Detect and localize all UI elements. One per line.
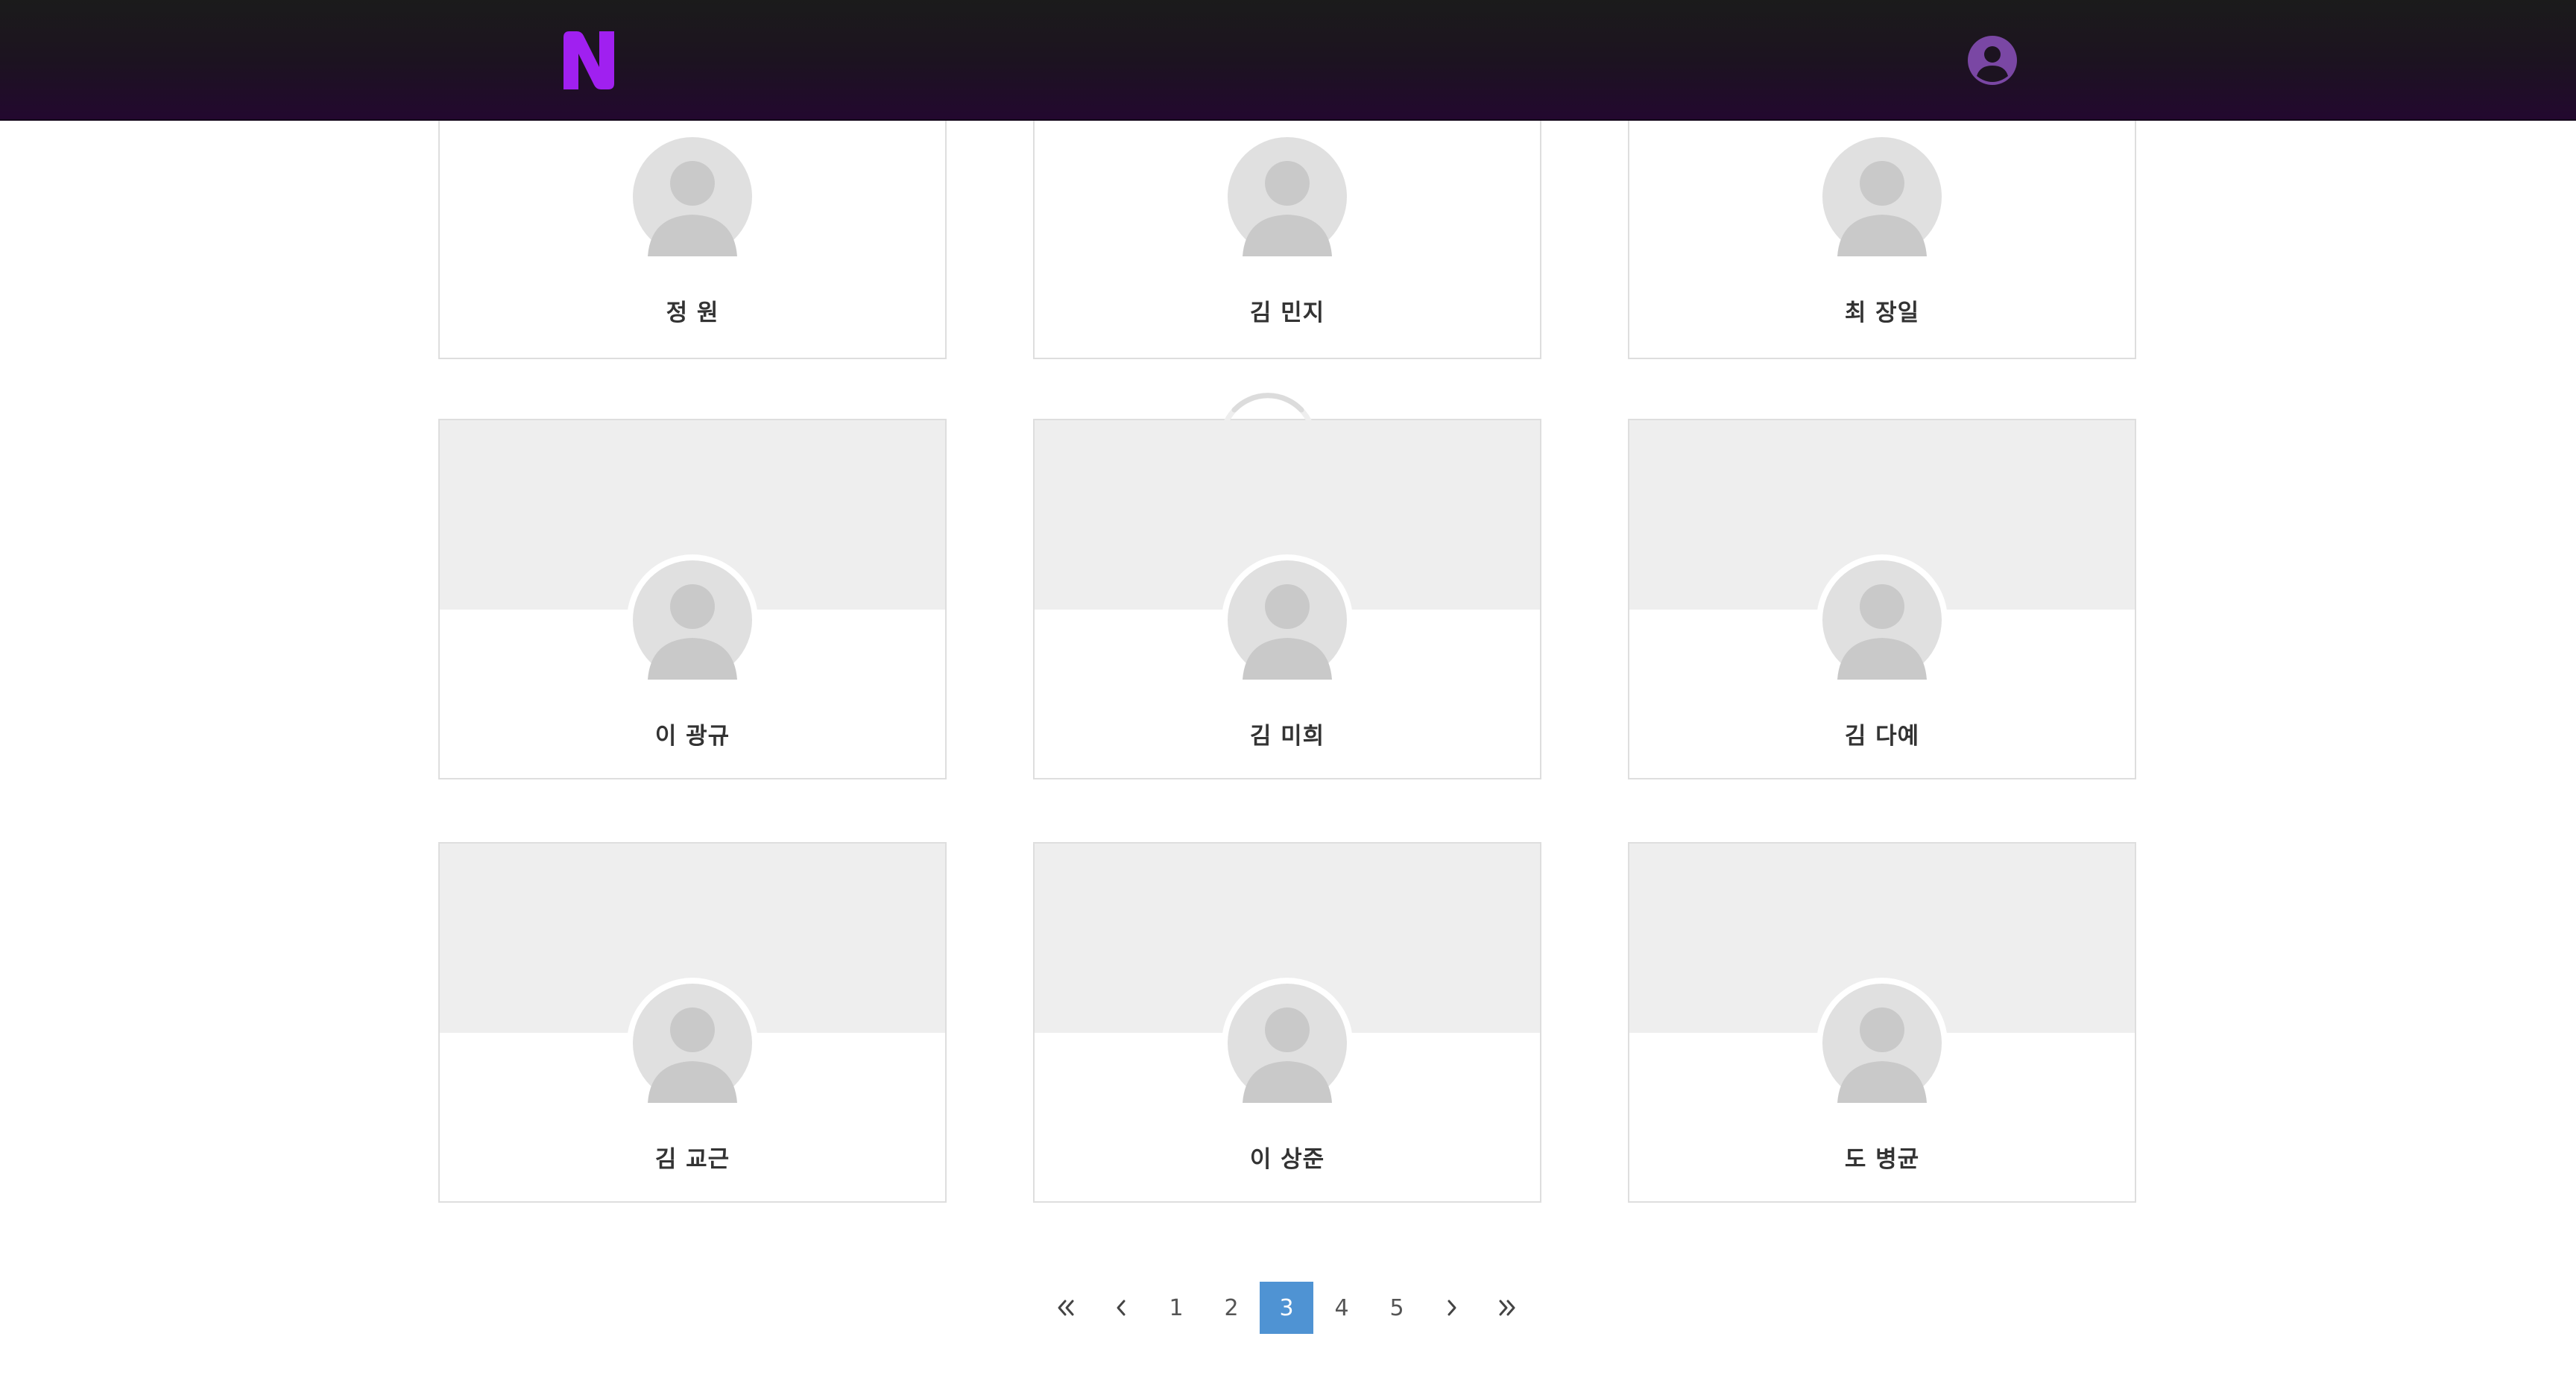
page-button-4[interactable]: 4 (1315, 1282, 1368, 1334)
chevron-right-icon (1448, 1300, 1456, 1316)
page-button-2[interactable]: 2 (1205, 1282, 1258, 1334)
avatar (1222, 978, 1353, 1109)
pagination: 1 2 3 4 5 (1039, 1282, 1535, 1334)
default-avatar-icon (1228, 137, 1347, 256)
loading-spinner-icon (1219, 393, 1317, 491)
page-button-1[interactable]: 1 (1149, 1282, 1203, 1334)
avatar (1222, 131, 1353, 262)
first-page-button[interactable] (1039, 1282, 1093, 1334)
member-name: 김 민지 (1249, 300, 1325, 326)
default-avatar-icon (633, 137, 752, 256)
chevron-left-icon (1117, 1300, 1126, 1316)
member-name: 최 장일 (1844, 300, 1920, 326)
default-avatar-icon (633, 560, 752, 680)
avatar (1816, 554, 1948, 686)
prev-page-button[interactable] (1094, 1282, 1148, 1334)
member-card[interactable]: 도 병균 (1628, 842, 2136, 1203)
member-name: 김 다예 (1844, 723, 1920, 750)
member-card[interactable]: 김 교근 (438, 842, 947, 1203)
avatar (627, 554, 758, 686)
member-card[interactable]: 이 광규 (438, 419, 947, 779)
user-profile-icon[interactable] (1966, 34, 2018, 86)
member-name: 도 병균 (1844, 1146, 1920, 1173)
page-button-3-current[interactable]: 3 (1260, 1282, 1313, 1334)
default-avatar-icon (633, 984, 752, 1103)
double-chevron-left-icon (1058, 1300, 1074, 1316)
default-avatar-icon (1228, 984, 1347, 1103)
member-name: 이 상준 (1249, 1146, 1325, 1173)
default-avatar-icon (1822, 560, 1942, 680)
double-chevron-right-icon (1499, 1300, 1515, 1316)
member-card-grid: 정 원 김 민지 최 장일 이 광규 김 미희 김 다예 김 교근 이 상준 도… (0, 0, 2576, 1392)
avatar (1222, 554, 1353, 686)
default-avatar-icon (1822, 984, 1942, 1103)
page-button-5[interactable]: 5 (1370, 1282, 1424, 1334)
avatar (627, 978, 758, 1109)
avatar (627, 131, 758, 262)
member-name: 정 원 (666, 300, 719, 326)
next-page-button[interactable] (1425, 1282, 1479, 1334)
avatar (1816, 978, 1948, 1109)
logo-n-icon[interactable] (561, 30, 617, 91)
last-page-button[interactable] (1480, 1282, 1534, 1334)
default-avatar-icon (1822, 137, 1942, 256)
avatar (1816, 131, 1948, 262)
top-navbar (0, 0, 2576, 121)
member-name: 김 교근 (654, 1146, 730, 1173)
member-name: 김 미희 (1249, 723, 1325, 750)
default-avatar-icon (1228, 560, 1347, 680)
member-card[interactable]: 김 다예 (1628, 419, 2136, 779)
member-card[interactable]: 이 상준 (1033, 842, 1541, 1203)
member-name: 이 광규 (654, 723, 730, 750)
